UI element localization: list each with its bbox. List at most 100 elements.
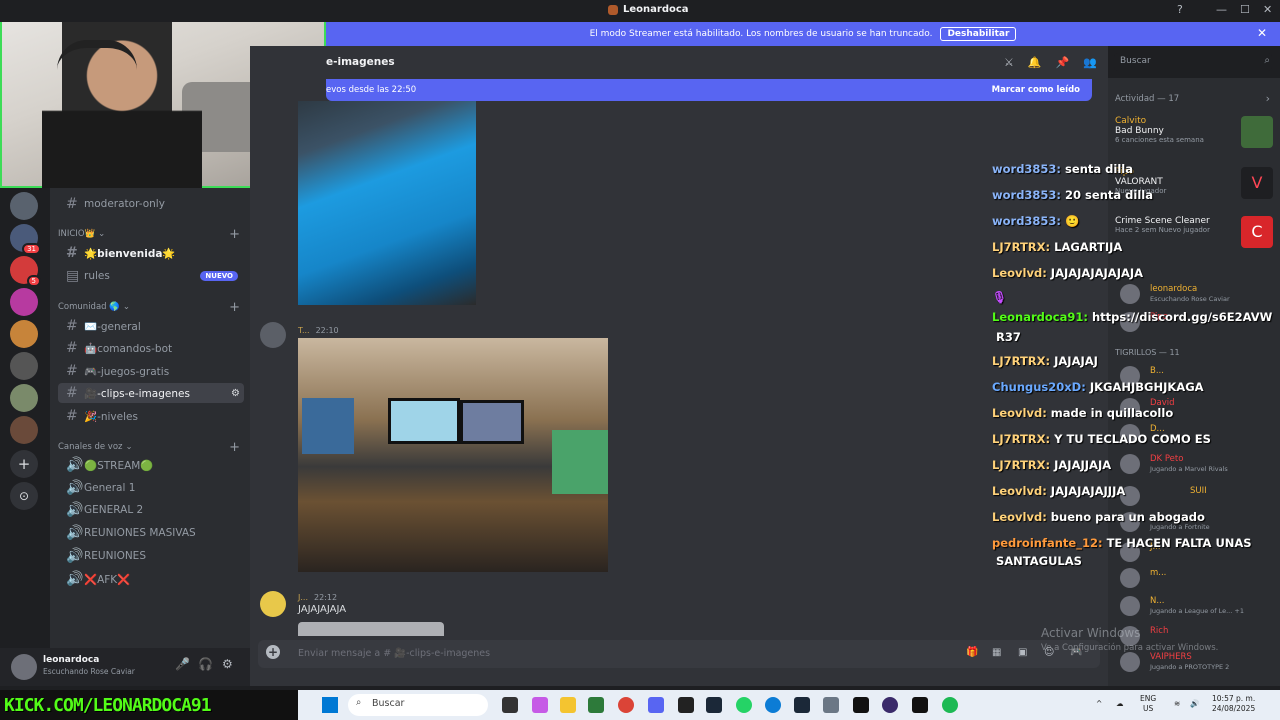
voice-channel[interactable]: 🔊 ❌AFK❌ <box>58 569 244 589</box>
add-attachment-icon[interactable]: + <box>266 645 280 659</box>
member-item[interactable]: Pipo <box>1120 312 1280 332</box>
threads-icon[interactable]: ⚔ <box>1004 56 1014 69</box>
message-author[interactable]: J... <box>298 593 308 602</box>
member-item[interactable]: m... <box>1120 568 1280 588</box>
server-icon[interactable]: 31 <box>10 224 41 255</box>
voice-channel[interactable]: 🔊 REUNIONES <box>58 546 244 566</box>
settings-icon[interactable] <box>823 697 839 713</box>
member-item[interactable]: B... <box>1120 366 1280 386</box>
store-icon[interactable] <box>588 697 604 713</box>
channel-rules[interactable]: ▤ rules NUEVO <box>58 266 244 286</box>
new-messages-bar[interactable]: evos desde las 22:50 Marcar como leído <box>326 79 1092 101</box>
close-window-button[interactable]: ✕ <box>1263 3 1272 16</box>
member-item[interactable]: J... <box>1120 542 1280 562</box>
add-channel-icon[interactable]: + <box>229 440 240 455</box>
steam-icon[interactable] <box>706 697 722 713</box>
help-icon[interactable]: ? <box>1177 3 1183 16</box>
attachment-preview[interactable] <box>298 622 444 636</box>
channel-comandos-bot[interactable]: # 🤖comandos-bot <box>58 338 244 358</box>
headphones-icon[interactable]: 🎧 <box>198 657 213 671</box>
disable-streamer-button[interactable]: Deshabilitar <box>940 27 1017 41</box>
message-author[interactable]: T... <box>298 326 310 335</box>
avatar[interactable] <box>11 654 37 680</box>
avatar[interactable] <box>260 322 286 348</box>
activity-card[interactable]: Crime Scene Cleaner Hace 2 sem Nuevo jug… <box>1115 216 1275 248</box>
member-item[interactable]: VAIPHERS Jugando a PROTOTYPE 2 <box>1120 652 1280 672</box>
discover-icon[interactable]: ⊙ <box>10 482 38 510</box>
voice-channel[interactable]: 🔊 GENERAL 2 <box>58 500 244 520</box>
members-icon[interactable]: 👥 <box>1083 56 1097 69</box>
spotify-icon[interactable] <box>942 697 958 713</box>
add-server-icon[interactable]: + <box>10 450 38 478</box>
edge-icon[interactable] <box>765 697 781 713</box>
voice-channel[interactable]: 🔊 REUNIONES MASIVAS <box>58 523 244 543</box>
tray-chevron-icon[interactable]: ^ <box>1096 699 1102 709</box>
minimize-button[interactable]: — <box>1216 3 1227 16</box>
avatar[interactable] <box>260 591 286 617</box>
channel-moderator-only[interactable]: # moderator-only <box>58 194 244 214</box>
capcut-icon[interactable] <box>912 697 928 713</box>
server-icon[interactable]: 5 <box>10 256 41 287</box>
category-inicio[interactable]: INICIO👑 ⌄ <box>58 229 105 239</box>
server-icon[interactable] <box>10 384 38 412</box>
channel-bienvenida[interactable]: # 🌟bienvenida🌟 <box>58 243 244 263</box>
channel-juegos-gratis[interactable]: # 🎮-juegos-gratis <box>58 361 244 381</box>
channel-niveles[interactable]: # 🎉-niveles <box>58 406 244 426</box>
chevron-right-icon[interactable]: › <box>1266 92 1270 105</box>
voice-channel[interactable]: 🔊 🟢STREAM🟢 <box>58 455 244 475</box>
server-icon[interactable] <box>10 320 38 348</box>
channel-settings-icon[interactable]: ⚙ <box>231 388 240 399</box>
member-item[interactable]: David <box>1120 398 1280 418</box>
member-item[interactable]: N... Jugando a League of Le... +1 <box>1120 596 1280 616</box>
sticker-icon[interactable]: ▣ <box>1018 647 1027 658</box>
whatsapp-icon[interactable] <box>736 697 752 713</box>
cloud-icon[interactable]: ☁ <box>1116 699 1124 709</box>
obs-icon[interactable] <box>678 697 694 713</box>
attachment-image-pool[interactable] <box>298 101 476 305</box>
gear-icon[interactable]: ⚙ <box>222 657 233 671</box>
task-view-icon[interactable] <box>502 697 518 713</box>
language-indicator[interactable]: ENG US <box>1140 694 1156 714</box>
windows-start-icon[interactable] <box>322 697 338 713</box>
bell-icon[interactable]: 🔔 <box>1028 56 1042 69</box>
attachment-image-setup[interactable] <box>298 338 608 572</box>
pin-icon[interactable]: 📌 <box>1056 56 1070 69</box>
search-input[interactable]: Buscar <box>1114 53 1272 71</box>
member-item[interactable]: DK Peto Jugando a Marvel Rivals <box>1120 454 1280 474</box>
app-icon[interactable] <box>853 697 869 713</box>
voice-channel[interactable]: 🔊 General 1 <box>58 478 244 498</box>
gif-icon[interactable]: ▦ <box>992 647 1001 658</box>
chrome-icon[interactable] <box>618 697 634 713</box>
category-comunidad[interactable]: Comunidad 🌎 ⌄ <box>58 302 130 312</box>
channel-clips-e-imagenes[interactable]: # 🎥-clips-e-imagenes ⚙ <box>58 383 244 403</box>
taskbar-search[interactable]: ⌕ Buscar <box>348 694 488 716</box>
member-item[interactable]: leonardoca Escuchando Rose Caviar <box>1120 284 1280 304</box>
mark-read-button[interactable]: Marcar como leído <box>992 85 1080 95</box>
member-item[interactable]: SUII <box>1120 486 1280 506</box>
activity-card[interactable]: Calvito Bad Bunny 6 canciones esta seman… <box>1115 116 1275 148</box>
category-voice[interactable]: Canales de voz ⌄ <box>58 442 133 452</box>
discord-icon[interactable] <box>648 697 664 713</box>
server-icon[interactable] <box>10 416 38 444</box>
maximize-button[interactable]: ☐ <box>1240 3 1250 16</box>
copilot-icon[interactable] <box>532 697 548 713</box>
member-item[interactable]: Jugando a Fortnite <box>1120 512 1280 532</box>
server-icon[interactable] <box>10 352 38 380</box>
message-composer[interactable]: + Enviar mensaje a # 🎥-clips-e-imagenes … <box>258 640 1100 668</box>
add-channel-icon[interactable]: + <box>229 300 240 315</box>
close-icon[interactable]: ✕ <box>1257 26 1267 40</box>
wifi-icon[interactable]: ≋ <box>1174 699 1180 709</box>
server-icon[interactable] <box>10 288 38 316</box>
gift-icon[interactable]: 🎁 <box>966 647 978 658</box>
search-icon[interactable]: ⌕ <box>1264 55 1270 66</box>
steam-icon[interactable] <box>794 697 810 713</box>
microphone-icon[interactable]: 🎤 <box>175 657 190 671</box>
volume-icon[interactable]: 🔊 <box>1190 699 1199 709</box>
activity-card[interactable]: Pipo VALORANT Nuevo jugador V <box>1115 167 1275 199</box>
file-explorer-icon[interactable] <box>560 697 576 713</box>
member-item[interactable]: D... <box>1120 424 1280 444</box>
app-icon[interactable] <box>882 697 898 713</box>
clock[interactable]: 10:57 p. m. 24/08/2025 <box>1212 694 1255 714</box>
server-icon[interactable] <box>10 192 38 220</box>
channel-general[interactable]: # ✉️-general <box>58 316 244 336</box>
